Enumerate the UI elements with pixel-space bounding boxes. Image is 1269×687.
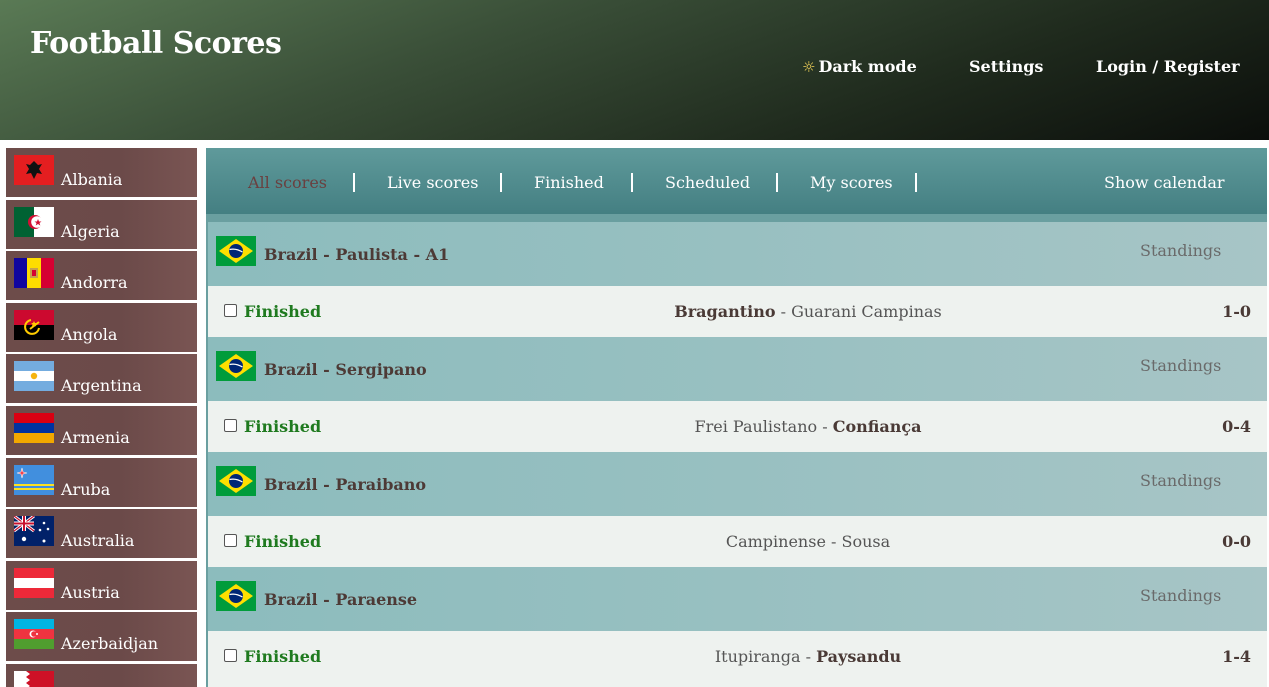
match-row[interactable]: Finished Bragantino - Guarani Campinas 1… <box>208 286 1267 337</box>
dark-mode-toggle[interactable]: ☼ Dark mode <box>802 57 917 76</box>
sidebar-item-argentina[interactable]: Argentina <box>6 354 197 403</box>
tab-divider <box>500 173 502 192</box>
league-name[interactable]: Brazil - Paraibano <box>264 475 426 494</box>
sidebar-item-label: Argentina <box>61 376 142 395</box>
match-status: Finished <box>244 302 322 321</box>
standings-link[interactable]: Standings <box>1140 471 1221 490</box>
match-row[interactable]: Finished Campinense - Sousa 0-0 <box>208 516 1267 567</box>
sidebar-item-angola[interactable]: Angola <box>6 303 197 352</box>
league-header: Brazil - Paraibano Standings <box>208 452 1267 516</box>
match-status: Finished <box>244 532 322 551</box>
andorra-flag-icon <box>14 258 54 288</box>
match-teams[interactable]: Bragantino - Guarani Campinas <box>508 302 1108 321</box>
league-name[interactable]: Brazil - Paraense <box>264 590 417 609</box>
austria-flag-icon <box>14 568 54 598</box>
tab-divider <box>353 173 355 192</box>
match-status: Finished <box>244 417 322 436</box>
match-score: 0-0 <box>1222 532 1251 551</box>
standings-link[interactable]: Standings <box>1140 241 1221 260</box>
australia-flag-icon <box>14 516 54 546</box>
aruba-flag-icon <box>14 465 54 495</box>
sidebar-item-label: Armenia <box>61 428 130 447</box>
sidebar-item-azerbaidjan[interactable]: Azerbaidjan <box>6 612 197 661</box>
algeria-flag-icon <box>14 207 54 237</box>
sidebar-item-label: Azerbaidjan <box>61 634 159 653</box>
standings-link[interactable]: Standings <box>1140 356 1221 375</box>
sidebar-item-label: Albania <box>61 170 123 189</box>
league-name[interactable]: Brazil - Paulista - A1 <box>264 245 449 264</box>
league-header: Brazil - Paraense Standings <box>208 567 1267 631</box>
match-teams[interactable]: Campinense - Sousa <box>508 532 1108 551</box>
favorite-checkbox[interactable] <box>224 649 237 662</box>
match-row[interactable]: Finished Itupiranga - Paysandu 1-4 <box>208 631 1267 682</box>
away-team: Confiança <box>832 417 922 436</box>
site-header: Football Scores ☼ Dark mode Settings Logi… <box>0 0 1269 140</box>
away-team: Paysandu <box>816 647 902 666</box>
tab-divider <box>915 173 917 192</box>
sidebar-item-label: Australia <box>61 531 135 550</box>
brazil-flag-icon <box>216 466 256 496</box>
brazil-flag-icon <box>216 236 256 266</box>
match-row[interactable]: Finished Frei Paulistano - Confiança 0-4 <box>208 401 1267 452</box>
sidebar-item-andorra[interactable]: Andorra <box>6 251 197 300</box>
sidebar-item-label: Austria <box>61 583 120 602</box>
home-team: Bragantino <box>674 302 776 321</box>
site-title[interactable]: Football Scores <box>30 26 282 61</box>
sidebar-item-aruba[interactable]: Aruba <box>6 458 197 507</box>
league-list: Brazil - Paulista - A1 Standings Finishe… <box>208 222 1267 687</box>
home-team: Itupiranga <box>714 647 801 666</box>
match-score: 1-4 <box>1222 647 1251 666</box>
sidebar-item-label: Andorra <box>61 273 128 292</box>
sidebar-item-label: Aruba <box>61 480 111 499</box>
tab-scheduled[interactable]: Scheduled <box>665 173 750 192</box>
match-teams[interactable]: Itupiranga - Paysandu <box>508 647 1108 666</box>
brazil-flag-icon <box>216 581 256 611</box>
sun-icon: ☼ <box>802 58 816 76</box>
away-team: Guarani Campinas <box>791 302 942 321</box>
dark-mode-label: Dark mode <box>818 57 917 76</box>
tab-divider <box>631 173 633 192</box>
sidebar-item-albania[interactable]: Albania <box>6 148 197 197</box>
standings-link[interactable]: Standings <box>1140 586 1221 605</box>
angola-flag-icon <box>14 310 54 340</box>
sidebar-item-austria[interactable]: Austria <box>6 561 197 610</box>
sidebar-item-algeria[interactable]: Algeria <box>6 200 197 249</box>
argentina-flag-icon <box>14 361 54 391</box>
tab-live-scores[interactable]: Live scores <box>387 173 478 192</box>
match-status: Finished <box>244 647 322 666</box>
sidebar-item-label: Angola <box>61 325 118 344</box>
tab-all-scores[interactable]: All scores <box>248 173 327 192</box>
home-team: Frei Paulistano <box>694 417 818 436</box>
tab-my-scores[interactable]: My scores <box>810 173 893 192</box>
favorite-checkbox[interactable] <box>224 534 237 547</box>
sidebar-item-australia[interactable]: Australia <box>6 509 197 558</box>
sidebar-item-bahrain[interactable] <box>6 664 197 687</box>
show-calendar-link[interactable]: Show calendar <box>1104 173 1225 192</box>
favorite-checkbox[interactable] <box>224 304 237 317</box>
albania-flag-icon <box>14 155 54 185</box>
brazil-flag-icon <box>216 351 256 381</box>
settings-link[interactable]: Settings <box>969 57 1043 76</box>
league-name[interactable]: Brazil - Sergipano <box>264 360 427 379</box>
score-filter-tabs: All scores Live scores Finished Schedule… <box>206 148 1267 214</box>
away-team: Sousa <box>841 532 891 551</box>
sidebar-item-label: Algeria <box>61 222 120 241</box>
sidebar-item-armenia[interactable]: Armenia <box>6 406 197 455</box>
league-header: Brazil - Sergipano Standings <box>208 337 1267 401</box>
tab-finished[interactable]: Finished <box>534 173 604 192</box>
country-sidebar: Albania Algeria Andorra Angola Argentina… <box>0 140 204 687</box>
league-header: Brazil - Paulista - A1 Standings <box>208 222 1267 286</box>
azerbaijan-flag-icon <box>14 619 54 649</box>
match-score: 1-0 <box>1222 302 1251 321</box>
login-register-link[interactable]: Login / Register <box>1096 57 1240 76</box>
home-team: Campinense <box>725 532 826 551</box>
armenia-flag-icon <box>14 413 54 443</box>
bahrain-flag-icon <box>14 671 54 687</box>
favorite-checkbox[interactable] <box>224 419 237 432</box>
tab-divider <box>776 173 778 192</box>
scores-panel: All scores Live scores Finished Schedule… <box>206 148 1267 687</box>
match-score: 0-4 <box>1222 417 1251 436</box>
match-teams[interactable]: Frei Paulistano - Confiança <box>508 417 1108 436</box>
